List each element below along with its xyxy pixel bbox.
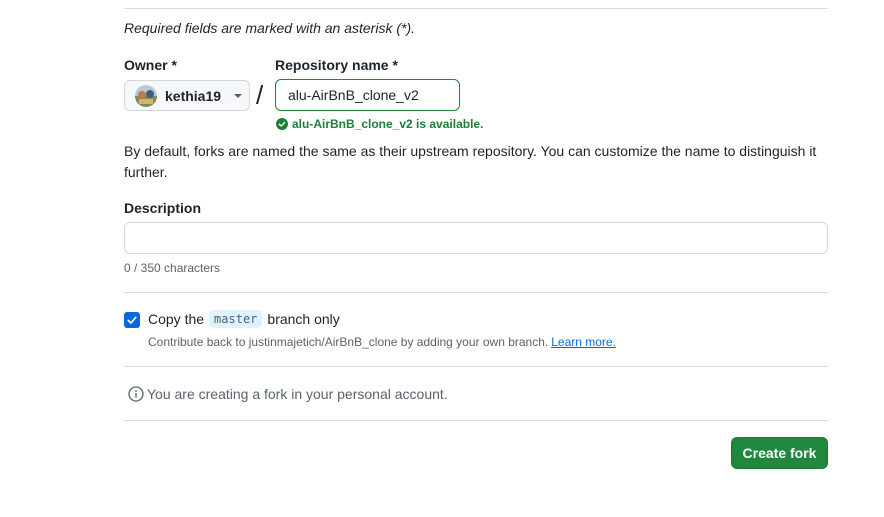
check-circle-fill-icon	[276, 118, 288, 130]
top-divider	[124, 8, 828, 9]
copy-branch-checkbox[interactable]	[124, 312, 140, 328]
owner-repo-separator: /	[256, 80, 264, 110]
availability-text: alu-AirBnB_clone_v2 is available.	[292, 117, 484, 131]
contribute-help-text: Contribute back to justinmajetich/AirBnB…	[148, 335, 616, 349]
description-label: Description	[124, 200, 202, 216]
repo-name-label: Repository name *	[275, 57, 398, 73]
avatar	[135, 84, 157, 107]
learn-more-link[interactable]: Learn more.	[551, 335, 616, 349]
fork-info-text: You are creating a fork in your personal…	[147, 386, 448, 402]
repository-name-input[interactable]	[275, 79, 460, 111]
divider	[124, 366, 828, 367]
owner-label: Owner *	[124, 57, 177, 73]
divider	[124, 292, 828, 293]
caret-down-icon	[234, 93, 243, 98]
owner-select-button[interactable]: kethia19	[124, 80, 250, 111]
fork-info-message: You are creating a fork in your personal…	[128, 386, 448, 402]
info-icon	[128, 386, 144, 402]
naming-help-text: By default, forks are named the same as …	[124, 143, 817, 180]
contribute-text: Contribute back to justinmajetich/AirBnB…	[148, 335, 549, 349]
required-note: Required fields are marked with an aster…	[124, 20, 416, 36]
checkmark-icon	[127, 316, 137, 324]
copy-branch-label[interactable]: Copy the master branch only	[148, 310, 340, 328]
owner-name: kethia19	[165, 87, 222, 104]
availability-message: alu-AirBnB_clone_v2 is available.	[276, 117, 483, 131]
copy-suffix-text: branch only	[267, 311, 340, 327]
branch-name-code: master	[209, 310, 263, 328]
divider	[124, 420, 828, 421]
description-input[interactable]	[124, 222, 828, 254]
create-fork-button[interactable]: Create fork	[731, 437, 828, 469]
copy-prefix-text: Copy the	[148, 311, 205, 327]
character-counter: 0 / 350 characters	[124, 261, 221, 275]
